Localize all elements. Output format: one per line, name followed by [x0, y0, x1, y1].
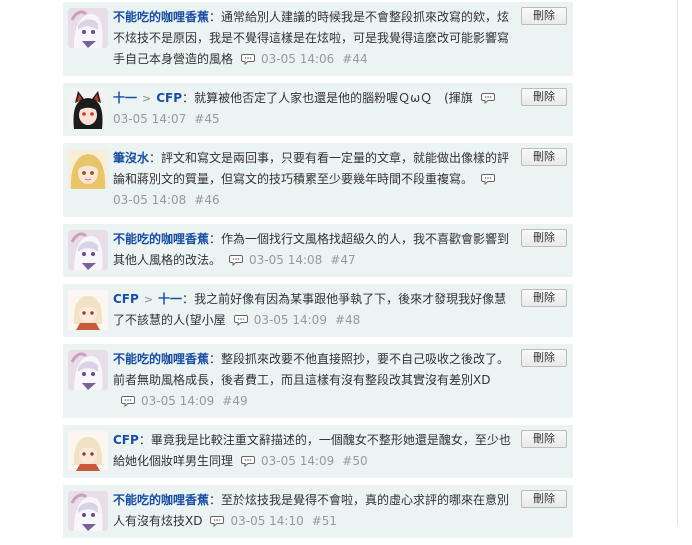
comment-item: 不能吃的咖哩香蕉：整段抓來改要不他直接照抄，要不自己吸收之後改了。前者無助風格成… [63, 344, 573, 418]
comment-body: 不能吃的咖哩香蕉：整段抓來改要不他直接照抄，要不自己吸收之後改了。前者無助風格成… [113, 349, 567, 412]
delete-button[interactable]: 刪除 [521, 148, 567, 166]
comment-time: 03-05 14:09 [261, 454, 335, 468]
delete-button[interactable]: 刪除 [521, 490, 567, 508]
page-divider [677, 0, 678, 526]
comment-text: 就算被他否定了人家也還是他的腦粉喔ＱωＱ (揮旗 [194, 91, 473, 105]
comment-floor-link[interactable]: #44 [342, 52, 367, 66]
comment-time: 03-05 14:08 [113, 193, 187, 207]
reply-target: > 十一 [139, 292, 182, 306]
avatar-light-hair-character[interactable] [68, 431, 108, 471]
speech-bubble-icon[interactable] [480, 92, 495, 104]
comment-body: 筆沒水：評文和寫文是兩回事，只要有看一定量的文章，就能做出像樣的評論和蔣別文的質… [113, 148, 567, 211]
avatar-blonde-character[interactable] [68, 149, 108, 189]
delete-button[interactable]: 刪除 [521, 430, 567, 448]
comment-author[interactable]: CFP [113, 433, 139, 447]
colon-separator: ： [138, 433, 151, 447]
avatar-white-hair-character[interactable] [68, 350, 108, 390]
comment-floor-link[interactable]: #50 [342, 454, 367, 468]
comment-author[interactable]: 不能吃的咖哩香蕉 [113, 352, 209, 366]
delete-button[interactable]: 刪除 [521, 229, 567, 247]
avatar-cat-ear-character[interactable] [68, 89, 108, 129]
comment-item: CFP：畢竟我是比較注重文辭描述的，一個醜女不整形她還是醜女，至少也給她化個妝咩… [63, 425, 573, 478]
avatar-white-hair-character[interactable] [68, 491, 108, 531]
delete-button[interactable]: 刪除 [521, 7, 567, 25]
speech-bubble-icon[interactable] [121, 395, 135, 407]
comment-author[interactable]: 不能吃的咖哩香蕉 [113, 493, 209, 507]
colon-separator: ： [209, 10, 222, 24]
colon-separator: ： [209, 352, 222, 366]
comment-author[interactable]: 不能吃的咖哩香蕉 [113, 232, 209, 246]
comment-time: 03-05 14:06 [261, 52, 335, 66]
arrow-right-icon: > [143, 293, 154, 306]
delete-button[interactable]: 刪除 [521, 289, 567, 307]
comment-body: 不能吃的咖哩香蕉：通常給別人建議的時候我是不會整段抓來改寫的欸，炫不炫技不是原因… [113, 7, 567, 70]
comment-item: 不能吃的咖哩香蕉：通常給別人建議的時候我是不會整段抓來改寫的欸，炫不炫技不是原因… [63, 2, 573, 76]
comment-item: 筆沒水：評文和寫文是兩回事，只要有看一定量的文章，就能做出像樣的評論和蔣別文的質… [63, 143, 573, 217]
comment-body: 十一 > CFP：就算被他否定了人家也還是他的腦粉喔ＱωＱ (揮旗 03-05 14:… [113, 88, 567, 130]
comment-item: CFP > 十一：我之前好像有因為某事跟他爭執了下，後來才發現我好像慧了不該慧的人(… [63, 284, 573, 337]
comment-floor-link[interactable]: #47 [330, 253, 355, 267]
comment-floor-link[interactable]: #46 [194, 193, 219, 207]
reply-to-author[interactable]: CFP [156, 91, 182, 105]
comment-item: 不能吃的咖哩香蕉：至於炫技我是覺得不會啦，真的虛心求評的哪來在意別人有沒有炫技X… [63, 485, 573, 538]
speech-bubble-icon[interactable] [210, 515, 225, 527]
comment-author[interactable]: CFP [113, 292, 139, 306]
comment-body: 不能吃的咖哩香蕉：作為一個找行文風格找超級久的人，我不喜歡會影響到其他人風格的改… [113, 229, 567, 271]
speech-bubble-icon[interactable] [241, 455, 256, 467]
comment-item: 十一 > CFP：就算被他否定了人家也還是他的腦粉喔ＱωＱ (揮旗 03-05 14:… [63, 83, 573, 136]
comment-time: 03-05 14:08 [249, 253, 323, 267]
arrow-right-icon: > [142, 92, 152, 105]
comment-author[interactable]: 不能吃的咖哩香蕉 [113, 10, 209, 24]
speech-bubble-icon[interactable] [481, 173, 496, 185]
delete-button[interactable]: 刪除 [521, 349, 567, 367]
colon-separator: ： [182, 292, 195, 306]
comment-body: CFP：畢竟我是比較注重文辭描述的，一個醜女不整形她還是醜女，至少也給她化個妝咩… [113, 430, 567, 472]
speech-bubble-icon[interactable] [241, 53, 256, 65]
comment-time: 03-05 14:09 [141, 394, 215, 408]
speech-bubble-icon[interactable] [233, 314, 248, 326]
colon-separator: ： [209, 493, 222, 507]
comment-list: 不能吃的咖哩香蕉：通常給別人建議的時候我是不會整段抓來改寫的欸，炫不炫技不是原因… [63, 2, 573, 545]
avatar-white-hair-character[interactable] [68, 8, 108, 48]
avatar-white-hair-character[interactable] [68, 230, 108, 270]
comment-author[interactable]: 十一 [113, 91, 137, 105]
comment-text: 評文和寫文是兩回事，只要有看一定量的文章，就能做出像樣的評論和蔣別文的質量，但寫… [113, 151, 510, 186]
colon-separator: ： [149, 151, 162, 165]
comment-time: 03-05 14:07 [113, 112, 187, 126]
comment-item: 不能吃的咖哩香蕉：作為一個找行文風格找超級久的人，我不喜歡會影響到其他人風格的改… [63, 224, 573, 277]
comment-author[interactable]: 筆沒水 [113, 151, 149, 165]
colon-separator: ： [182, 91, 195, 105]
comment-floor-link[interactable]: #48 [335, 313, 360, 327]
comment-body: CFP > 十一：我之前好像有因為某事跟他爭執了下，後來才發現我好像慧了不該慧的人(… [113, 289, 567, 331]
delete-button[interactable]: 刪除 [521, 88, 567, 106]
avatar-light-hair-character[interactable] [68, 290, 108, 330]
speech-bubble-icon[interactable] [229, 254, 244, 266]
colon-separator: ： [209, 232, 222, 246]
reply-to-author[interactable]: 十一 [158, 292, 182, 306]
reply-target: > CFP [137, 91, 182, 105]
comment-floor-link[interactable]: #45 [194, 112, 219, 126]
comment-time: 03-05 14:09 [253, 313, 327, 327]
comment-floor-link[interactable]: #49 [222, 394, 247, 408]
